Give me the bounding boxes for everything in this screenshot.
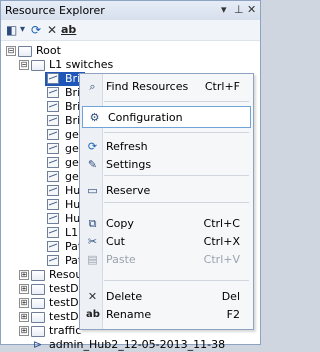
- tree-item-label: admin_Hub2_12-05-2013_11-38: [49, 338, 226, 351]
- folder-icon: [31, 312, 45, 323]
- device-icon: [47, 157, 59, 168]
- menu-item-label: Reserve: [106, 184, 151, 197]
- menu-item-label: Rename: [106, 308, 152, 321]
- device-icon: [47, 227, 59, 238]
- paste-icon: ▤: [87, 253, 98, 266]
- collapse-icon[interactable]: ⊟: [19, 60, 29, 70]
- folder-icon: [31, 298, 45, 309]
- menu-separator: [104, 280, 249, 281]
- panel-title: Resource Explorer: [5, 4, 105, 17]
- menu-item-shortcut: F2: [226, 308, 240, 321]
- folder-icon: [31, 270, 45, 281]
- expand-icon[interactable]: ⊞: [19, 298, 29, 308]
- device-icon: [47, 143, 59, 154]
- reserve-icon: ▭: [87, 184, 98, 197]
- device-icon: [47, 199, 59, 210]
- device-icon: [47, 241, 59, 252]
- expand-icon[interactable]: ⊞: [19, 284, 29, 294]
- tree-item-session[interactable]: ⊳ admin_Hub2_12-05-2013_11-38: [1, 338, 225, 352]
- menu-item-shortcut: Ctrl+V: [203, 253, 240, 266]
- menu-item-find-resources[interactable]: ⌕ Find Resources Ctrl+F: [81, 76, 252, 98]
- pin-icon[interactable]: ⊥: [234, 3, 244, 16]
- menu-item-rename[interactable]: ab Rename F2: [81, 304, 252, 326]
- delete-icon: ✕: [87, 290, 98, 303]
- delete-icon[interactable]: ✕: [47, 22, 57, 38]
- menu-item-shortcut: Del: [221, 290, 240, 303]
- menu-item-label: Configuration: [108, 111, 183, 124]
- folder-icon: [31, 326, 45, 337]
- tree-node-folder[interactable]: ⊞ testDo: [1, 310, 85, 324]
- device-icon: [47, 185, 59, 196]
- menu-item-label: Settings: [106, 158, 152, 171]
- expand-icon[interactable]: ⊞: [19, 312, 29, 322]
- scissors-icon: ✂: [87, 235, 98, 248]
- device-icon: [47, 213, 59, 224]
- device-icon: [47, 87, 59, 98]
- menu-item-settings[interactable]: ✎ Settings: [81, 154, 252, 176]
- tree-node-folder[interactable]: ⊞ testDo: [1, 296, 85, 310]
- new-item-dropdown-icon[interactable]: ▾: [20, 22, 25, 38]
- tree-node-root[interactable]: ⊟ Root: [1, 44, 101, 58]
- menu-item-paste[interactable]: ▤ Paste Ctrl+V: [81, 249, 252, 271]
- menu-item-label: Find Resources: [106, 80, 189, 93]
- refresh-icon[interactable]: ⟳: [31, 22, 41, 38]
- panel-options-dropdown-icon[interactable]: ▾: [221, 3, 227, 16]
- folder-icon: [31, 284, 45, 295]
- device-icon: [47, 73, 59, 84]
- menu-item-shortcut: Ctrl+F: [204, 80, 240, 93]
- expand-icon[interactable]: ⊞: [19, 326, 29, 336]
- device-icon: [47, 171, 59, 182]
- menu-item-label: Copy: [106, 217, 134, 230]
- menu-item-label: Paste: [106, 253, 136, 266]
- tree-node-l1-switches[interactable]: ⊟ L1 switches: [1, 58, 121, 72]
- menu-item-shortcut: Ctrl+X: [203, 235, 240, 248]
- menu-separator: [104, 132, 249, 133]
- menu-item-configuration[interactable]: ⚙ Configuration: [82, 106, 251, 128]
- panel-toolbar: ◧ ▾ ⟳ ✕ ab: [1, 20, 260, 41]
- folder-icon: [31, 60, 45, 71]
- menu-separator: [104, 175, 249, 176]
- tree-node-label: traffic: [49, 324, 82, 337]
- tree-node-folder[interactable]: ⊞ testDo: [1, 282, 85, 296]
- search-icon: ⌕: [89, 80, 96, 93]
- close-icon[interactable]: ✕: [247, 3, 256, 16]
- menu-separator: [104, 101, 249, 102]
- collapse-icon[interactable]: ⊟: [6, 46, 16, 56]
- menu-separator: [104, 202, 249, 203]
- tree-item-label: L1: [65, 226, 79, 239]
- copy-icon: ⧉: [88, 217, 97, 230]
- rename-icon[interactable]: ab: [61, 22, 76, 38]
- device-icon: [47, 115, 59, 126]
- menu-item-label: Cut: [106, 235, 125, 248]
- folder-icon: [18, 46, 32, 57]
- tree-node-folder[interactable]: ⊞ Resou: [1, 268, 83, 282]
- menu-item-shortcut: Ctrl+C: [203, 217, 240, 230]
- context-menu: ⌕ Find Resources Ctrl+F ⚙ Configuration …: [79, 73, 254, 330]
- device-icon: [47, 101, 59, 112]
- new-item-icon[interactable]: ◧: [6, 22, 17, 38]
- menu-item-label: Refresh: [106, 140, 148, 153]
- menu-item-reserve[interactable]: ▭ Reserve: [81, 180, 252, 202]
- wrench-icon: ✎: [87, 158, 98, 171]
- tree-node-folder[interactable]: ⊞ traffic: [1, 324, 81, 338]
- tree-node-label: Resou: [49, 268, 83, 281]
- refresh-icon: ⟳: [87, 140, 98, 153]
- gear-icon: ⚙: [89, 111, 100, 124]
- device-icon: [47, 129, 59, 140]
- expand-icon[interactable]: ⊞: [19, 270, 29, 280]
- menu-item-label: Delete: [106, 290, 143, 303]
- panel-titlebar: Resource Explorer ▾ ⊥ ✕: [1, 1, 260, 21]
- tree-node-label: L1 switches: [49, 58, 114, 71]
- rename-icon: ab: [86, 309, 100, 320]
- tree-node-label: Root: [36, 44, 61, 57]
- device-icon: [47, 255, 59, 266]
